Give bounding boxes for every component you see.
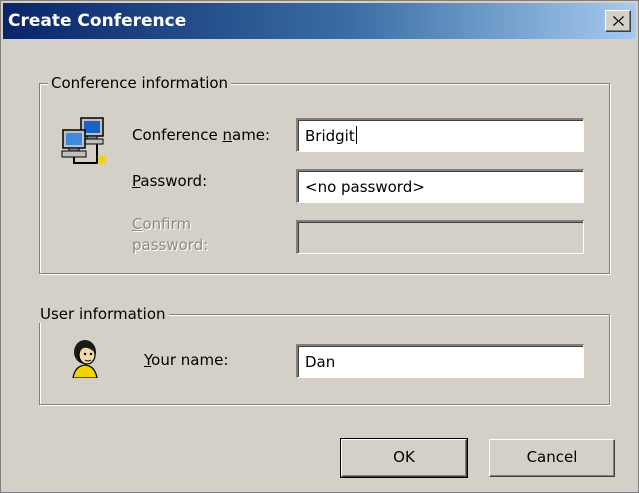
conference-name-input[interactable]: Bridgit [296,118,584,152]
confirm-password-input [296,220,584,254]
your-name-label: Your name: [144,351,229,369]
create-conference-dialog: Create Conference Conference information… [0,0,639,493]
conference-information-legend: Conference information [48,74,232,92]
window-title: Create Conference [8,11,187,31]
confirm-password-label: Confirm [132,215,192,233]
user-information-legend: User information [37,305,169,323]
conference-name-label: Conference name: [132,126,271,144]
network-computers-icon [61,117,107,165]
cancel-button[interactable]: Cancel [489,439,615,477]
user-person-icon [72,340,98,378]
close-button[interactable] [605,10,631,32]
ok-button[interactable]: OK [340,438,468,478]
text-caret [355,126,357,144]
password-input[interactable]: <no password> [296,169,584,203]
close-icon [613,16,624,26]
title-bar[interactable]: Create Conference [3,3,636,39]
confirm-password-label-line2: password: [132,236,209,254]
your-name-input[interactable]: Dan [296,344,584,378]
password-label: Password: [132,172,208,190]
